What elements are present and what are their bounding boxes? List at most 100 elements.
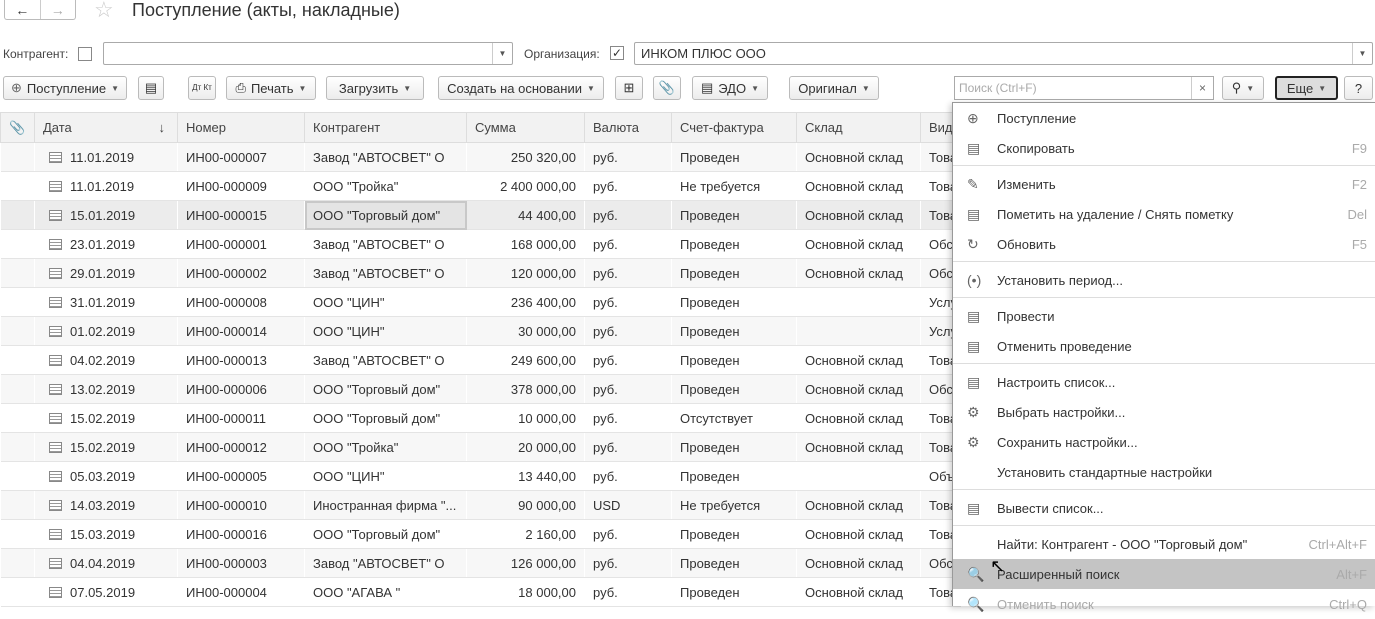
table-row[interactable]: 07.05.2019 ИН00-000004 ООО "АГАВА " 18 000,…: [0, 577, 961, 607]
counterparty-checkbox[interactable]: [78, 47, 92, 61]
table-cell[interactable]: 11.01.2019: [34, 171, 178, 201]
table-cell[interactable]: ИН00-000009: [177, 171, 305, 201]
table-cell[interactable]: 31.01.2019: [34, 287, 178, 317]
table-cell[interactable]: 11.01.2019: [34, 142, 178, 172]
table-cell[interactable]: ИН00-000016: [177, 519, 305, 549]
table-cell[interactable]: [796, 461, 921, 491]
table-cell[interactable]: Основной склад: [796, 490, 921, 520]
table-cell[interactable]: [796, 316, 921, 346]
table-cell[interactable]: Отсутствует: [671, 403, 797, 433]
table-cell[interactable]: 01.02.2019: [34, 316, 178, 346]
table-cell[interactable]: ИН00-000011: [177, 403, 305, 433]
table-cell[interactable]: Не требуется: [671, 490, 797, 520]
table-cell[interactable]: Проведен: [671, 287, 797, 317]
table-cell[interactable]: руб.: [584, 519, 672, 549]
table-cell[interactable]: 90 000,00: [466, 490, 585, 520]
table-cell[interactable]: USD: [584, 490, 672, 520]
table-cell[interactable]: руб.: [584, 577, 672, 607]
table-cell[interactable]: Основной склад: [796, 229, 921, 259]
table-cell[interactable]: руб.: [584, 258, 672, 288]
column-attachment[interactable]: 📎: [0, 112, 35, 143]
table-cell[interactable]: ИН00-000004: [177, 577, 305, 607]
favorite-star-icon[interactable]: ☆: [94, 0, 114, 23]
column-header[interactable]: Счет-фактура: [671, 112, 797, 143]
column-header[interactable]: Контрагент: [304, 112, 467, 143]
table-cell[interactable]: Завод "АВТОСВЕТ" О: [304, 345, 467, 375]
menu-item[interactable]: ⚙ Сохранить настройки...: [953, 427, 1375, 457]
table-cell[interactable]: Проведен: [671, 200, 797, 230]
table-cell[interactable]: руб.: [584, 432, 672, 462]
table-cell[interactable]: ООО "АГАВА ": [304, 577, 467, 607]
table-row[interactable]: 04.02.2019 ИН00-000013 Завод "АВТОСВЕТ" О 2…: [0, 345, 961, 375]
menu-item[interactable]: Установить стандартные настройки: [953, 457, 1375, 487]
table-cell[interactable]: ООО "Торговый дом": [304, 519, 467, 549]
table-cell[interactable]: руб.: [584, 403, 672, 433]
table-cell[interactable]: руб.: [584, 374, 672, 404]
table-cell[interactable]: руб.: [584, 200, 672, 230]
table-cell[interactable]: руб.: [584, 548, 672, 578]
table-cell[interactable]: 126 000,00: [466, 548, 585, 578]
table-row[interactable]: 13.02.2019 ИН00-000006 ООО "Торговый дом" 3…: [0, 374, 961, 404]
table-cell[interactable]: 07.05.2019: [34, 577, 178, 607]
table-cell[interactable]: руб.: [584, 171, 672, 201]
table-row[interactable]: 11.01.2019 ИН00-000007 Завод "АВТОСВЕТ" О 2…: [0, 142, 961, 172]
table-cell[interactable]: 15.02.2019: [34, 432, 178, 462]
table-cell[interactable]: ИН00-000015: [177, 200, 305, 230]
column-header[interactable]: Сумма: [466, 112, 585, 143]
table-row[interactable]: 31.01.2019 ИН00-000008 ООО "ЦИН" 236 400,00…: [0, 287, 961, 317]
table-row[interactable]: 15.01.2019 ИН00-000015 ООО "Торговый дом" 4…: [0, 200, 961, 230]
table-cell[interactable]: Проведен: [671, 374, 797, 404]
table-cell[interactable]: Проведен: [671, 258, 797, 288]
table-cell[interactable]: Основной склад: [796, 171, 921, 201]
search-input[interactable]: Поиск (Ctrl+F) ×: [954, 76, 1214, 100]
table-cell[interactable]: ООО "ЦИН": [304, 316, 467, 346]
table-cell[interactable]: Иностранная фирма "...: [304, 490, 467, 520]
table-cell[interactable]: руб.: [584, 287, 672, 317]
table-cell[interactable]: Проведен: [671, 577, 797, 607]
table-cell[interactable]: ООО "ЦИН": [304, 461, 467, 491]
table-cell[interactable]: 236 400,00: [466, 287, 585, 317]
table-cell[interactable]: ИН00-000003: [177, 548, 305, 578]
table-cell[interactable]: 23.01.2019: [34, 229, 178, 259]
table-cell[interactable]: Основной склад: [796, 258, 921, 288]
create-based-button[interactable]: Создать на основании ▼: [438, 76, 604, 100]
attach-button[interactable]: 📎: [653, 76, 681, 100]
table-cell[interactable]: руб.: [584, 142, 672, 172]
menu-item[interactable]: 🔍 Отменить поиск Ctrl+Q: [953, 589, 1375, 619]
organization-field[interactable]: ИНКОМ ПЛЮС ООО ▼: [634, 42, 1373, 65]
table-cell[interactable]: 250 320,00: [466, 142, 585, 172]
create-button[interactable]: ⊕ Поступление ▼: [3, 76, 127, 100]
table-cell[interactable]: руб.: [584, 229, 672, 259]
table-cell[interactable]: ИН00-000008: [177, 287, 305, 317]
menu-item[interactable]: ▤ Провести: [953, 301, 1375, 331]
table-cell[interactable]: ООО "Торговый дом": [304, 200, 467, 230]
table-cell[interactable]: Завод "АВТОСВЕТ" О: [304, 548, 467, 578]
table-cell[interactable]: 15.01.2019: [34, 200, 178, 230]
table-cell[interactable]: ИН00-000010: [177, 490, 305, 520]
table-cell[interactable]: Проведен: [671, 345, 797, 375]
table-row[interactable]: 04.04.2019 ИН00-000003 Завод "АВТОСВЕТ" О 1…: [0, 548, 961, 578]
menu-item[interactable]: ⊕ Поступление: [953, 103, 1375, 133]
table-cell[interactable]: 2 160,00: [466, 519, 585, 549]
more-button[interactable]: Еще ▼: [1275, 76, 1338, 100]
table-cell[interactable]: 30 000,00: [466, 316, 585, 346]
table-cell[interactable]: 04.04.2019: [34, 548, 178, 578]
organization-checkbox[interactable]: ✓: [610, 46, 624, 60]
table-cell[interactable]: Проведен: [671, 548, 797, 578]
print-button[interactable]: ⎙ Печать ▼: [226, 76, 316, 100]
table-cell[interactable]: 15.03.2019: [34, 519, 178, 549]
table-cell[interactable]: 04.02.2019: [34, 345, 178, 375]
table-cell[interactable]: ИН00-000012: [177, 432, 305, 462]
table-cell[interactable]: 15.02.2019: [34, 403, 178, 433]
menu-item[interactable]: Найти: Контрагент - ООО "Торговый дом" Ct…: [953, 529, 1375, 559]
table-cell[interactable]: ИН00-000014: [177, 316, 305, 346]
table-cell[interactable]: Проведен: [671, 316, 797, 346]
table-cell[interactable]: Завод "АВТОСВЕТ" О: [304, 258, 467, 288]
table-cell[interactable]: ИН00-000002: [177, 258, 305, 288]
menu-item[interactable]: 🔍 Расширенный поиск Alt+F: [953, 559, 1375, 589]
table-cell[interactable]: 14.03.2019: [34, 490, 178, 520]
table-cell[interactable]: Основной склад: [796, 374, 921, 404]
load-button[interactable]: Загрузить ▼: [326, 76, 424, 100]
menu-item[interactable]: ▤ Отменить проведение: [953, 331, 1375, 361]
table-row[interactable]: 11.01.2019 ИН00-000009 ООО "Тройка" 2 400 0…: [0, 171, 961, 201]
